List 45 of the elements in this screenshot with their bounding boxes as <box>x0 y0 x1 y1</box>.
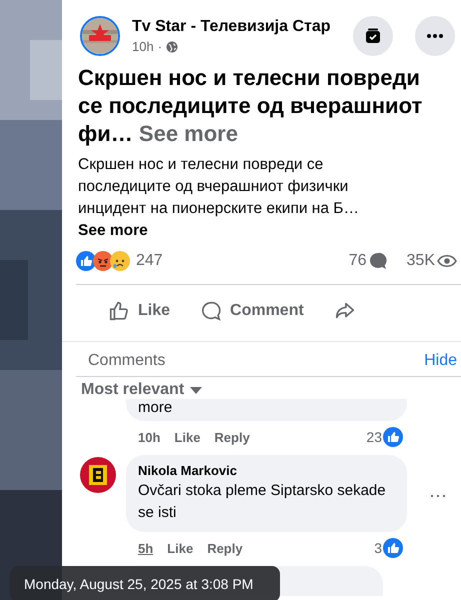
hide-link[interactable]: Hide <box>424 352 457 370</box>
page-avatar[interactable] <box>80 16 120 56</box>
comment-bubble: more <box>126 399 407 421</box>
post-text: Скршен нос и телесни повреди се последиците од вчерашниот физички инцидент на пионерските екипи на Б… <box>78 155 360 219</box>
speech-bubble-icon <box>200 300 222 322</box>
like-reaction-icon <box>383 538 403 558</box>
like-reaction-icon <box>76 251 96 271</box>
post-headline: Скршен нос и телесни повреди се последиците од вчерашниот фи… See more <box>78 64 423 148</box>
reply-button[interactable]: Reply <box>207 540 243 556</box>
thumbs-up-icon <box>108 300 130 322</box>
sad-reaction-icon <box>110 251 130 271</box>
see-more-link[interactable]: See more <box>78 220 461 242</box>
comments-heading: Comments <box>88 352 166 370</box>
comment-count[interactable]: 76 <box>348 252 367 270</box>
comment-author[interactable]: Nikola Markovic <box>138 463 395 478</box>
post-time[interactable]: 10h <box>132 39 154 54</box>
angry-reaction-icon <box>93 251 113 271</box>
see-more-link[interactable]: See more <box>138 121 238 146</box>
separator: · <box>158 39 162 54</box>
like-reaction-icon <box>383 427 403 447</box>
like-button[interactable]: Like <box>174 430 200 444</box>
view-count: 35K <box>406 252 435 270</box>
eye-icon <box>437 254 457 268</box>
globe-icon <box>166 40 178 52</box>
page-name[interactable]: Tv Star - Телевизија Стар <box>132 18 341 36</box>
comment-time[interactable]: 10h <box>138 430 160 444</box>
comment-text: Ovčari stoka pleme Siptarsko sekade se isti <box>138 481 387 523</box>
club-logo-icon[interactable] <box>80 457 116 493</box>
comment-icon <box>368 252 387 270</box>
more-options-button[interactable]: ⋯ <box>429 485 447 507</box>
date-tooltip: Monday, August 25, 2025 at 3:08 PM <box>10 566 280 600</box>
like-count: 3 <box>374 540 382 556</box>
like-button[interactable]: Like <box>108 300 170 322</box>
more-icon <box>427 34 443 38</box>
save-button[interactable] <box>353 16 393 56</box>
more-options-button[interactable] <box>415 16 455 56</box>
caret-icon <box>190 386 202 394</box>
reaction-count[interactable]: 247 <box>136 252 163 270</box>
comment-time[interactable]: 5h <box>138 540 154 556</box>
like-count: 23 <box>366 429 382 445</box>
sort-dropdown[interactable]: Most relevant <box>62 377 202 399</box>
reply-button[interactable]: Reply <box>214 430 250 444</box>
like-button[interactable]: Like <box>167 540 194 556</box>
inbox-check-icon <box>364 27 382 45</box>
comment-button[interactable]: Comment <box>200 300 304 322</box>
